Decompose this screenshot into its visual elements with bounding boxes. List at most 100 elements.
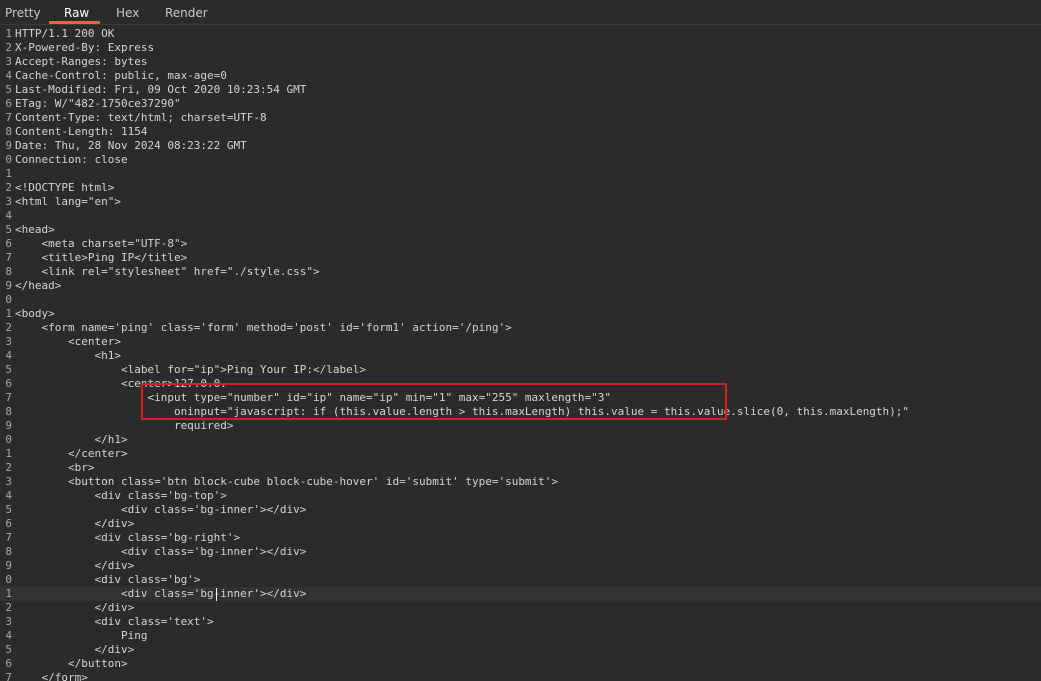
code-line[interactable]: 0 Connection: close xyxy=(0,153,1041,167)
line-number: 2 xyxy=(5,461,12,474)
code-line[interactable]: 3 <html lang="en"> xyxy=(0,195,1041,209)
message-view-tabs: Pretty Raw Hex Render xyxy=(0,0,1041,25)
line-text: </div> xyxy=(15,643,135,656)
code-line[interactable]: 9 required> xyxy=(0,419,1041,433)
line-number: 0 xyxy=(5,153,12,166)
code-line[interactable]: 8 <link rel="stylesheet" href="./style.c… xyxy=(0,265,1041,279)
code-line[interactable]: 5 </div> xyxy=(0,643,1041,657)
code-line[interactable]: 6 <meta charset="UTF-8"> xyxy=(0,237,1041,251)
code-line[interactable]: 4 <h1> xyxy=(0,349,1041,363)
code-line[interactable]: 5 Last-Modified: Fri, 09 Oct 2020 10:23:5… xyxy=(0,83,1041,97)
code-line[interactable]: 4 xyxy=(0,209,1041,223)
line-text: </center> xyxy=(15,447,128,460)
code-line[interactable]: 8 <div class='bg-inner'></div> xyxy=(0,545,1041,559)
active-tab-indicator xyxy=(49,21,100,24)
code-line[interactable]: 7 Content-Type: text/html; charset=UTF-8 xyxy=(0,111,1041,125)
line-text: </div> xyxy=(15,601,135,614)
code-line[interactable]: 3 <div class='text'> xyxy=(0,615,1041,629)
code-line[interactable]: 1 <body> xyxy=(0,307,1041,321)
line-number: 3 xyxy=(5,475,12,488)
line-number: 0 xyxy=(5,293,12,306)
code-line[interactable]: 7 <title>Ping IP</title> xyxy=(0,251,1041,265)
code-line[interactable]: 9 </div> xyxy=(0,559,1041,573)
code-line[interactable]: 2 <br> xyxy=(0,461,1041,475)
line-text: ETag: W/"482-1750ce37290" xyxy=(15,97,181,110)
code-line[interactable]: 1 HTTP/1.1 200 OK xyxy=(0,27,1041,41)
line-text: <body> xyxy=(15,307,55,320)
code-line[interactable]: 8 Content-Length: 1154 xyxy=(0,125,1041,139)
line-text: <html lang="en"> xyxy=(15,195,121,208)
line-number: 8 xyxy=(5,545,12,558)
text-cursor xyxy=(216,588,217,601)
line-text: </div> xyxy=(15,559,135,572)
line-text: Last-Modified: Fri, 09 Oct 2020 10:23:54… xyxy=(15,83,307,96)
code-line[interactable]: 2 </div> xyxy=(0,601,1041,615)
highlight-annotation-box xyxy=(141,383,727,420)
line-text: required> xyxy=(15,419,234,432)
tab-hex[interactable]: Hex xyxy=(116,0,139,24)
line-text: <link rel="stylesheet" href="./style.css… xyxy=(15,265,320,278)
line-number: 9 xyxy=(5,139,12,152)
line-number: 7 xyxy=(5,671,12,681)
code-line[interactable]: 2 <!DOCTYPE html> xyxy=(0,181,1041,195)
line-text: Accept-Ranges: bytes xyxy=(15,55,148,68)
line-number: 2 xyxy=(5,41,12,54)
tab-render[interactable]: Render xyxy=(165,0,208,24)
line-number: 7 xyxy=(5,251,12,264)
line-text: Cache-Control: public, max-age=0 xyxy=(15,69,227,82)
line-text: <div class='bg-top'> xyxy=(15,489,227,502)
code-line[interactable]: 6 </button> xyxy=(0,657,1041,671)
code-line[interactable]: 6 </div> xyxy=(0,517,1041,531)
line-number: 7 xyxy=(5,111,12,124)
code-line[interactable]: 0 xyxy=(0,293,1041,307)
code-line[interactable]: 7 </form> xyxy=(0,671,1041,681)
line-number: 3 xyxy=(5,195,12,208)
tab-pretty[interactable]: Pretty xyxy=(5,0,41,24)
code-line[interactable]: 2 X-Powered-By: Express xyxy=(0,41,1041,55)
line-text: </head> xyxy=(15,279,62,292)
line-number: 9 xyxy=(5,559,12,572)
code-line[interactable]: 0 </h1> xyxy=(0,433,1041,447)
line-text: </button> xyxy=(15,657,128,670)
code-line[interactable]: 3 <center> xyxy=(0,335,1041,349)
line-number: 6 xyxy=(5,517,12,530)
code-line[interactable]: 6 ETag: W/"482-1750ce37290" xyxy=(0,97,1041,111)
code-line[interactable]: 3 Accept-Ranges: bytes xyxy=(0,55,1041,69)
code-line[interactable]: 3 <button class='btn block-cube block-cu… xyxy=(0,475,1041,489)
code-line[interactable]: 1 <div class='bg-inner'></div> xyxy=(0,587,1041,601)
line-text: <meta charset="UTF-8"> xyxy=(15,237,188,250)
line-text: <form name='ping' class='form' method='p… xyxy=(15,321,512,334)
line-number: 5 xyxy=(5,503,12,516)
code-line[interactable]: 0 <div class='bg'> xyxy=(0,573,1041,587)
line-number: 3 xyxy=(5,55,12,68)
line-number: 6 xyxy=(5,237,12,250)
code-line[interactable]: 5 <label for="ip">Ping Your IP:</label> xyxy=(0,363,1041,377)
code-line[interactable]: 4 Cache-Control: public, max-age=0 xyxy=(0,69,1041,83)
code-line[interactable]: 2 <form name='ping' class='form' method=… xyxy=(0,321,1041,335)
line-number: 7 xyxy=(5,391,12,404)
line-number: 4 xyxy=(5,69,12,82)
line-text: <div class='bg'> xyxy=(15,573,201,586)
code-line[interactable]: 1 </center> xyxy=(0,447,1041,461)
code-line[interactable]: 4 Ping xyxy=(0,629,1041,643)
line-text: Content-Length: 1154 xyxy=(15,125,148,138)
line-number: 4 xyxy=(5,489,12,502)
line-text: Ping xyxy=(15,629,148,642)
line-text: <!DOCTYPE html> xyxy=(15,181,115,194)
line-text: <h1> xyxy=(15,349,121,362)
code-line[interactable]: 5 <head> xyxy=(0,223,1041,237)
code-line[interactable]: 7 <div class='bg-right'> xyxy=(0,531,1041,545)
line-number: 9 xyxy=(5,419,12,432)
code-line[interactable]: 5 <div class='bg-inner'></div> xyxy=(0,503,1041,517)
line-number: 0 xyxy=(5,433,12,446)
line-number: 4 xyxy=(5,629,12,642)
code-line[interactable]: 4 <div class='bg-top'> xyxy=(0,489,1041,503)
code-line[interactable]: 9 </head> xyxy=(0,279,1041,293)
line-number: 1 xyxy=(5,587,12,600)
code-line[interactable]: 1 xyxy=(0,167,1041,181)
line-text: <label for="ip">Ping Your IP:</label> xyxy=(15,363,366,376)
line-text: <center> xyxy=(15,335,121,348)
raw-response-editor[interactable]: 1 HTTP/1.1 200 OK 2 X-Powered-By: Express 3 A… xyxy=(0,25,1041,681)
code-line[interactable]: 9 Date: Thu, 28 Nov 2024 08:23:22 GMT xyxy=(0,139,1041,153)
line-number: 5 xyxy=(5,363,12,376)
